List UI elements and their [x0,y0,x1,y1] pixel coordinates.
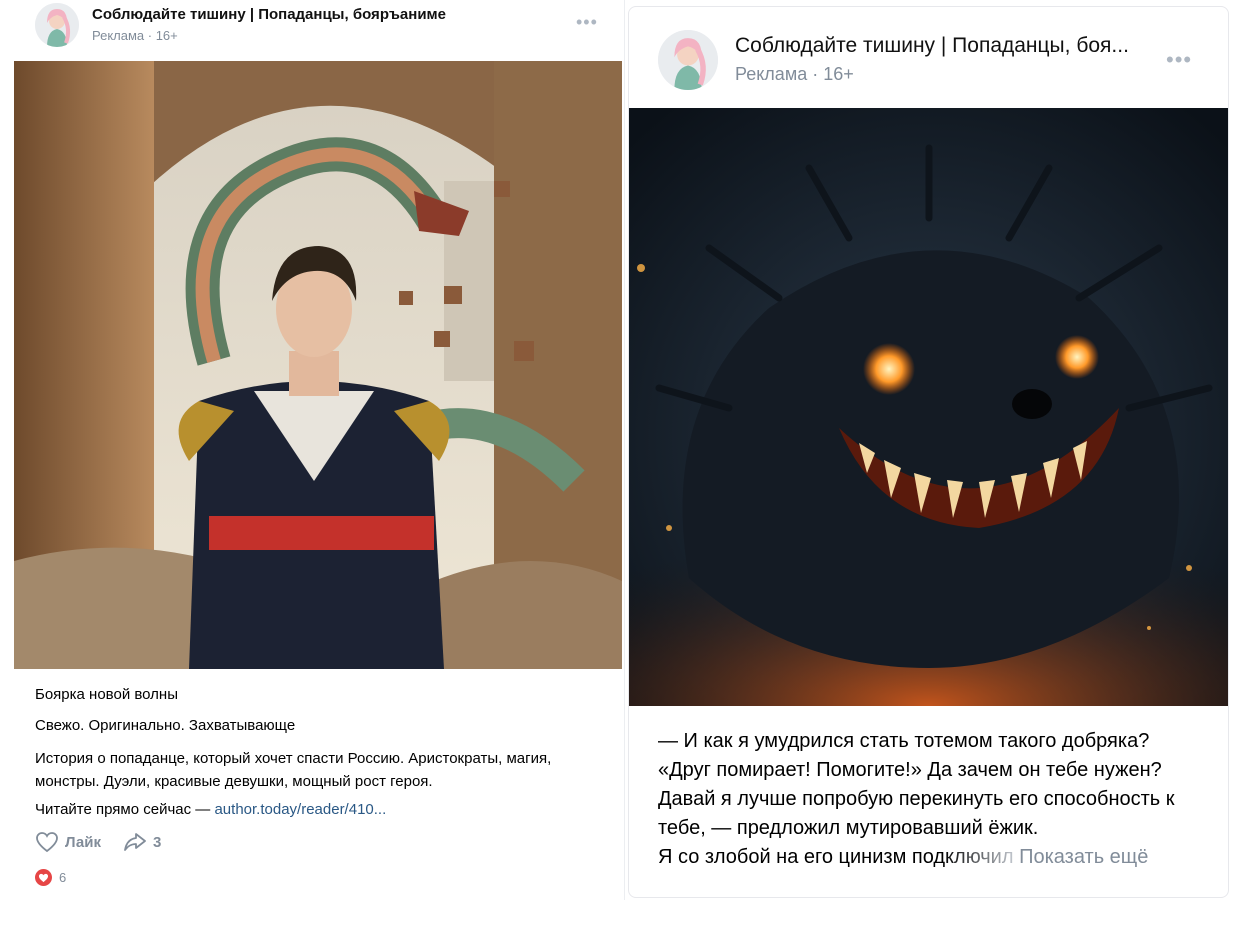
column-divider [624,0,625,900]
show-more-link[interactable]: Показать ещё [1019,846,1148,868]
story-line-1: — И как я умудрился стать тотемом такого… [658,730,1150,752]
group-avatar[interactable] [35,3,79,47]
story-line-2: «Друг помирает! Помогите!» Да зачем он т… [658,759,1162,781]
post-image[interactable] [629,108,1228,706]
right-post: Соблюдайте тишину | Попаданцы, боя... Ре… [628,6,1229,898]
like-label: Лайк [65,833,101,851]
post-body: История о попаданце, который хочет спаст… [35,750,552,790]
more-icon[interactable]: ••• [576,12,598,33]
post-actions: Лайк 3 [35,831,183,853]
share-button[interactable]: 3 [123,831,161,853]
ad-meta: Реклама · 16+ [735,64,854,84]
post-cta: Читайте прямо сейчас — author.today/read… [35,801,386,818]
heart-outline-icon [36,832,58,853]
group-name[interactable]: Соблюдайте тишину | Попаданцы, бояръаним… [92,6,446,23]
post-tagline: Свежо. Оригинально. Захватывающе [35,717,296,734]
story-truncated-text: Я со злобой на его цинизм подключил [658,846,1014,868]
cta-prefix: Читайте прямо сейчас — [35,801,215,818]
story-line-3: Давай я лучше попробую перекинуть его сп… [658,788,1175,810]
ad-meta: Реклама · 16+ [92,28,178,43]
story-line-4: тебе, — предложил мутировавший ёжик. [658,817,1039,839]
reactions-summary[interactable]: 6 [35,869,66,886]
heart-filled-icon [35,869,52,886]
left-post: Соблюдайте тишину | Попаданцы, бояръаним… [0,0,622,900]
post-headline: Боярка новой волны [35,686,178,703]
officer-dragon-illustration [14,61,622,669]
reader-link[interactable]: author.today/reader/410... [214,801,386,818]
share-icon [124,833,146,851]
group-name[interactable]: Соблюдайте тишину | Попаданцы, боя... [735,34,1135,58]
story-line-5: Я со злобой на его цинизм подключил Пока… [658,843,1148,872]
avatar-image [658,30,718,90]
more-icon[interactable]: ••• [1166,47,1192,73]
group-avatar[interactable] [658,30,718,90]
avatar-image [35,3,79,47]
like-button[interactable]: Лайк [35,831,101,853]
share-count: 3 [152,833,162,851]
hedgehog-monster-illustration [629,108,1228,706]
reactions-count: 6 [59,870,67,885]
post-image[interactable] [14,61,622,669]
